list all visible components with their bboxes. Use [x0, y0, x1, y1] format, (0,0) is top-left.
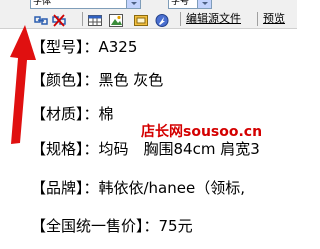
- red-arrow-icon: [10, 25, 36, 144]
